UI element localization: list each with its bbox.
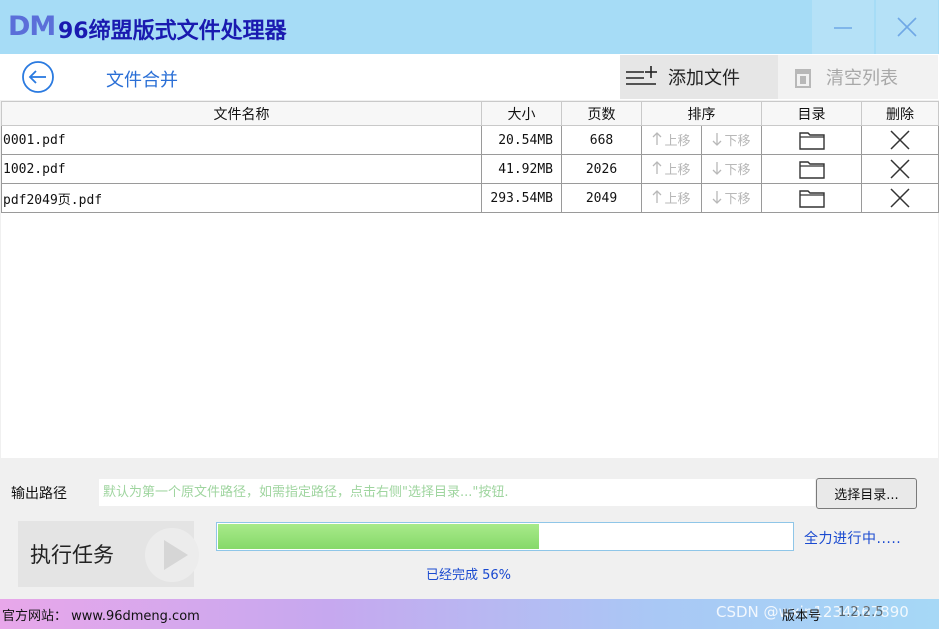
file-size: 41.92MB: [481, 154, 562, 184]
open-folder-button[interactable]: [761, 125, 862, 155]
move-down-label: 下移: [724, 133, 751, 149]
col-header-folder: 目录: [761, 101, 862, 126]
move-up-button[interactable]: 上移: [641, 183, 702, 213]
delete-x-icon: [890, 188, 910, 208]
move-up-label: 上移: [664, 191, 691, 207]
version-label: 版本号: [782, 609, 822, 624]
status-text: 全力进行中.....: [804, 531, 902, 547]
file-pages: 668: [561, 125, 642, 155]
folder-icon: [798, 132, 825, 150]
col-header-name: 文件名称: [1, 101, 482, 126]
table-row[interactable]: 1002.pdf 41.92MB 2026 上移 下移: [1, 154, 939, 184]
col-header-size: 大小: [481, 101, 562, 126]
move-down-label: 下移: [724, 191, 751, 207]
col-header-pages: 页数: [561, 101, 642, 126]
add-file-button[interactable]: 添加文件: [620, 55, 778, 99]
choose-directory-button[interactable]: 选择目录...: [816, 478, 917, 509]
move-up-button[interactable]: 上移: [641, 154, 702, 184]
move-down-button[interactable]: 下移: [701, 154, 762, 184]
arrow-up-icon: [653, 190, 662, 204]
arrow-down-icon: [713, 162, 722, 176]
file-pages: 2026: [561, 154, 642, 184]
table-row[interactable]: pdf2049页.pdf 293.54MB 2049 上移 下移: [1, 183, 939, 213]
clear-list-button[interactable]: 清空列表: [778, 55, 938, 99]
arrow-up-icon: [653, 161, 662, 175]
run-task-label: 执行任务: [30, 543, 114, 567]
open-folder-button[interactable]: [761, 154, 862, 184]
file-size: 293.54MB: [481, 183, 562, 213]
minimize-button[interactable]: [812, 0, 874, 54]
toolbar: 文件合并 添加文件 清空列表: [0, 54, 939, 100]
delete-button[interactable]: [861, 154, 939, 184]
close-button[interactable]: [876, 0, 938, 54]
file-name: 0001.pdf: [1, 125, 482, 155]
official-website: 官方网站： www.96dmeng.com: [2, 609, 200, 624]
arrow-down-icon: [713, 191, 722, 205]
arrow-up-icon: [653, 132, 662, 146]
output-path-label: 输出路径: [11, 486, 67, 502]
progress-fill: [218, 524, 539, 549]
move-down-button[interactable]: 下移: [701, 183, 762, 213]
app-logo: DM: [8, 11, 56, 42]
title-bar: DM 96缔盟版式文件处理器: [0, 0, 939, 54]
delete-x-icon: [890, 130, 910, 150]
table-row[interactable]: 0001.pdf 20.54MB 668 上移 下移: [1, 125, 939, 155]
version-value: 1.2.2.5: [838, 605, 884, 620]
footer: 官方网站： www.96dmeng.com CSDN @wxin12345678…: [0, 599, 939, 629]
table-header: 文件名称 大小 页数 排序 目录 删除: [1, 101, 939, 126]
progress-text: 已经完成 56%: [426, 568, 512, 583]
close-icon: [897, 17, 917, 37]
trash-icon: [795, 69, 811, 88]
clear-list-label: 清空列表: [826, 68, 898, 89]
move-down-label: 下移: [724, 162, 751, 178]
file-pages: 2049: [561, 183, 642, 213]
move-down-button[interactable]: 下移: [701, 125, 762, 155]
back-button[interactable]: [21, 60, 55, 94]
move-up-label: 上移: [664, 162, 691, 178]
minimize-icon: [834, 27, 852, 29]
add-list-icon: [626, 66, 657, 85]
section-title: 文件合并: [106, 70, 178, 91]
app-title: 96缔盟版式文件处理器: [58, 19, 287, 44]
folder-icon: [798, 190, 825, 208]
move-up-label: 上移: [664, 133, 691, 149]
delete-x-icon: [890, 159, 910, 179]
folder-icon: [798, 161, 825, 179]
file-size: 20.54MB: [481, 125, 562, 155]
col-header-delete: 删除: [861, 101, 939, 126]
output-path-input[interactable]: [99, 479, 815, 506]
file-name: pdf2049页.pdf: [1, 183, 482, 213]
col-header-sort: 排序: [641, 101, 762, 126]
arrow-down-icon: [713, 133, 722, 147]
delete-button[interactable]: [861, 125, 939, 155]
delete-button[interactable]: [861, 183, 939, 213]
open-folder-button[interactable]: [761, 183, 862, 213]
file-name: 1002.pdf: [1, 154, 482, 184]
run-task-button[interactable]: 执行任务: [18, 521, 199, 587]
progress-bar: [216, 522, 794, 551]
add-file-label: 添加文件: [668, 68, 740, 89]
file-table: 文件名称 大小 页数 排序 目录 删除 0001.pdf 20.54MB 668…: [1, 101, 939, 458]
move-up-button[interactable]: 上移: [641, 125, 702, 155]
back-arrow-icon: [22, 61, 54, 93]
play-icon: [145, 528, 199, 582]
